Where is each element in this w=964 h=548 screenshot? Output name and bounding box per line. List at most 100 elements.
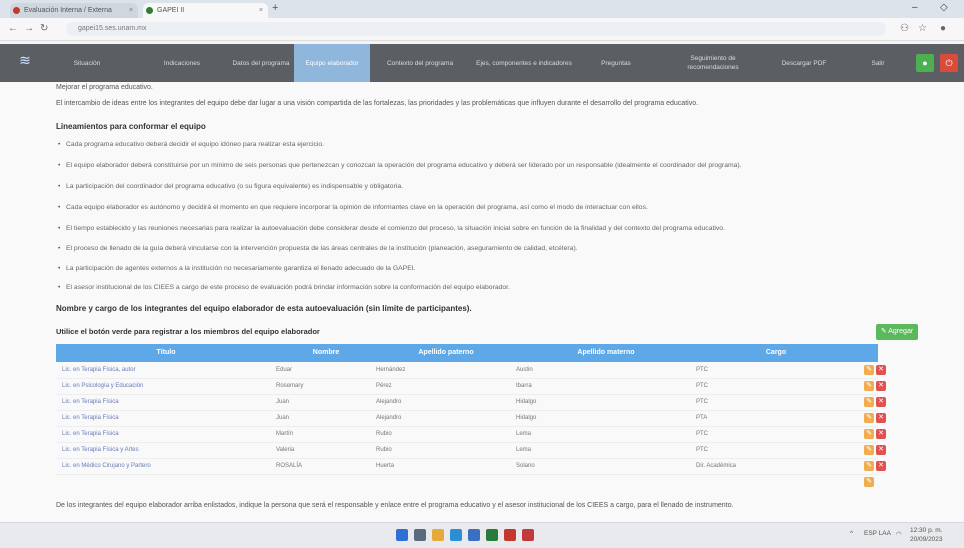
table-cell: Solano — [516, 463, 535, 469]
footer-instruction: De los integrantes del equipo elaborador… — [56, 502, 734, 509]
table-cell: Lic. en Terapia Física — [62, 415, 119, 421]
edit-row-icon[interactable]: ✎ — [864, 381, 874, 391]
nav-datos-programa[interactable]: Datos del programa — [232, 44, 290, 82]
nav-seguimiento[interactable]: Seguimiento de recomendaciones — [668, 44, 758, 82]
table-row: Lic. en Terapia Física Martín Rubio Lema PTC… — [56, 426, 886, 443]
delete-row-icon[interactable]: ✕ — [876, 397, 886, 407]
mail-icon[interactable] — [468, 529, 480, 541]
table-cell: Alejandro — [376, 399, 402, 405]
column-header-apellido-materno: Apellido materno — [577, 349, 635, 356]
table-cell: Juan — [276, 399, 290, 405]
edit-row-icon[interactable]: ✎ — [864, 365, 874, 375]
column-header-nombre: Nombre — [312, 349, 340, 356]
table-row: Lic. en Terapia Física, autor Eduar Hernán… — [56, 362, 886, 379]
excel-icon[interactable] — [486, 529, 498, 541]
chevron-up-icon[interactable]: ^ — [850, 530, 853, 537]
chrome-icon[interactable] — [504, 529, 516, 541]
table-cell: Hidalgo — [516, 415, 537, 421]
bookmark-star-icon[interactable]: ☆ — [918, 23, 927, 34]
wifi-icon[interactable]: ◠ — [896, 530, 902, 538]
members-table-header: Título Nombre Apellido paterno Apellido … — [56, 344, 878, 362]
table-cell: Juan — [276, 415, 290, 421]
table-cell: PTC — [696, 367, 708, 373]
table-cell: Lic. en Terapia Física — [62, 431, 119, 437]
table-cell: Rosemary — [276, 383, 304, 389]
table-cell: Lic. en Terapia Física, autor — [62, 367, 136, 373]
guideline-item: La participación de agentes externos a l… — [58, 265, 416, 272]
edit-row-icon[interactable]: ✎ — [864, 429, 874, 439]
pencil-icon: ✎ — [880, 328, 887, 335]
nav-ejes-componentes[interactable]: Ejes, componentes e indicadores — [476, 44, 572, 82]
nav-equipo-elaborador[interactable]: Equipo elaborador — [294, 44, 370, 82]
intro-paragraph: El intercambio de ideas entre los integr… — [56, 100, 699, 107]
edit-row-icon[interactable]: ✎ — [864, 397, 874, 407]
nav-label: Preguntas — [601, 59, 631, 67]
edit-row-icon[interactable]: ✎ — [864, 445, 874, 455]
clock[interactable]: 12:30 p. m. 20/09/2023 — [910, 526, 943, 544]
url-field[interactable]: gapei15.ses.unam.mx — [66, 22, 886, 36]
table-cell: Rubio — [376, 431, 392, 437]
guideline-item: Cada equipo elaborador es autónomo y dec… — [58, 204, 648, 211]
table-cell: Lic. en Terapia Física y Artes — [62, 447, 139, 453]
extensions-icon[interactable]: ⚇ — [900, 23, 909, 34]
edit-row-icon[interactable]: ✎ — [864, 461, 874, 471]
table-row-actions: ✎ — [56, 474, 878, 490]
close-tab-icon[interactable]: × — [259, 3, 263, 18]
start-icon[interactable] — [396, 529, 408, 541]
delete-row-icon[interactable]: ✕ — [876, 413, 886, 423]
table-row: Lic. en Médico Cirujano y Partero ROSALÍA… — [56, 458, 886, 475]
edge-browser-icon[interactable] — [450, 529, 462, 541]
browser-tab-evaluacion[interactable]: Evaluación Interna / Externa × — [10, 3, 138, 18]
column-header-titulo: Título — [156, 349, 176, 356]
forward-icon[interactable]: → — [24, 23, 34, 34]
nav-label: Datos del programa — [232, 59, 290, 67]
table-cell: Hidalgo — [516, 399, 537, 405]
table-cell: Lic. en Terapia Física — [62, 399, 119, 405]
nav-preguntas[interactable]: Preguntas — [580, 44, 652, 82]
new-tab-icon[interactable]: + — [272, 2, 278, 14]
search-icon[interactable] — [414, 529, 426, 541]
back-icon[interactable]: ← — [8, 23, 18, 34]
office-icon[interactable] — [522, 529, 534, 541]
logout-icon[interactable]: ⏻ — [940, 54, 958, 72]
table-cell: Valeria — [276, 447, 295, 453]
edit-row-icon[interactable]: ✎ — [864, 413, 874, 423]
nav-label: Seguimiento de recomendaciones — [687, 55, 739, 71]
table-cell: PTC — [696, 447, 708, 453]
file-explorer-icon[interactable] — [432, 529, 444, 541]
add-member-button[interactable]: ✎ Agregar — [876, 324, 918, 340]
minimize-icon[interactable]: – — [912, 2, 918, 13]
delete-row-icon[interactable]: ✕ — [876, 429, 886, 439]
gapei-logo-icon[interactable]: ≋ — [12, 52, 38, 74]
profile-icon[interactable]: ● — [940, 23, 946, 34]
nav-situacion[interactable]: Situación — [52, 44, 122, 82]
table-cell: Dir. Académica — [696, 463, 737, 469]
guideline-item: La participación del coordinador del pro… — [58, 183, 403, 190]
edit-row-icon[interactable]: ✎ — [864, 477, 874, 487]
delete-row-icon[interactable]: ✕ — [876, 461, 886, 471]
delete-row-icon[interactable]: ✕ — [876, 365, 886, 375]
delete-row-icon[interactable]: ✕ — [876, 445, 886, 455]
close-tab-icon[interactable]: × — [129, 3, 133, 18]
reload-icon[interactable]: ↻ — [40, 23, 48, 34]
nav-label: Salir — [871, 59, 885, 67]
nav-indicaciones[interactable]: Indicaciones — [142, 44, 222, 82]
browser-tab-gapei[interactable]: GAPEI II × — [143, 3, 268, 18]
nav-contexto-programa[interactable]: Contexto del programa — [378, 44, 462, 82]
table-row: Lic. en Terapia Física Juan Alejandro Hidal… — [56, 394, 886, 411]
table-row: Lic. en Terapia Física Juan Alejandro Hidal… — [56, 410, 886, 427]
user-status-icon[interactable]: ● — [916, 54, 934, 72]
language-indicator[interactable]: ESP LAA — [864, 530, 891, 537]
delete-row-icon[interactable]: ✕ — [876, 381, 886, 391]
table-cell: ROSALÍA — [276, 463, 303, 469]
guideline-item: El equipo elaborador deberá constituirse… — [58, 162, 742, 169]
close-window-icon[interactable]: ◇ — [940, 2, 948, 13]
column-header-cargo: Cargo — [765, 349, 787, 356]
nav-descargar-pdf[interactable]: Descargar PDF — [772, 44, 836, 82]
nav-salir[interactable]: Salir — [856, 44, 900, 82]
table-cell: Hernández — [376, 367, 406, 373]
table-cell: Eduar — [276, 367, 293, 373]
app-navigation-bar: ≋ Situación Indicaciones Datos del progr… — [0, 44, 964, 82]
guideline-item: El asesor institucional de los CIEES a c… — [58, 284, 510, 291]
nav-label: Ejes, componentes e indicadores — [476, 59, 572, 67]
